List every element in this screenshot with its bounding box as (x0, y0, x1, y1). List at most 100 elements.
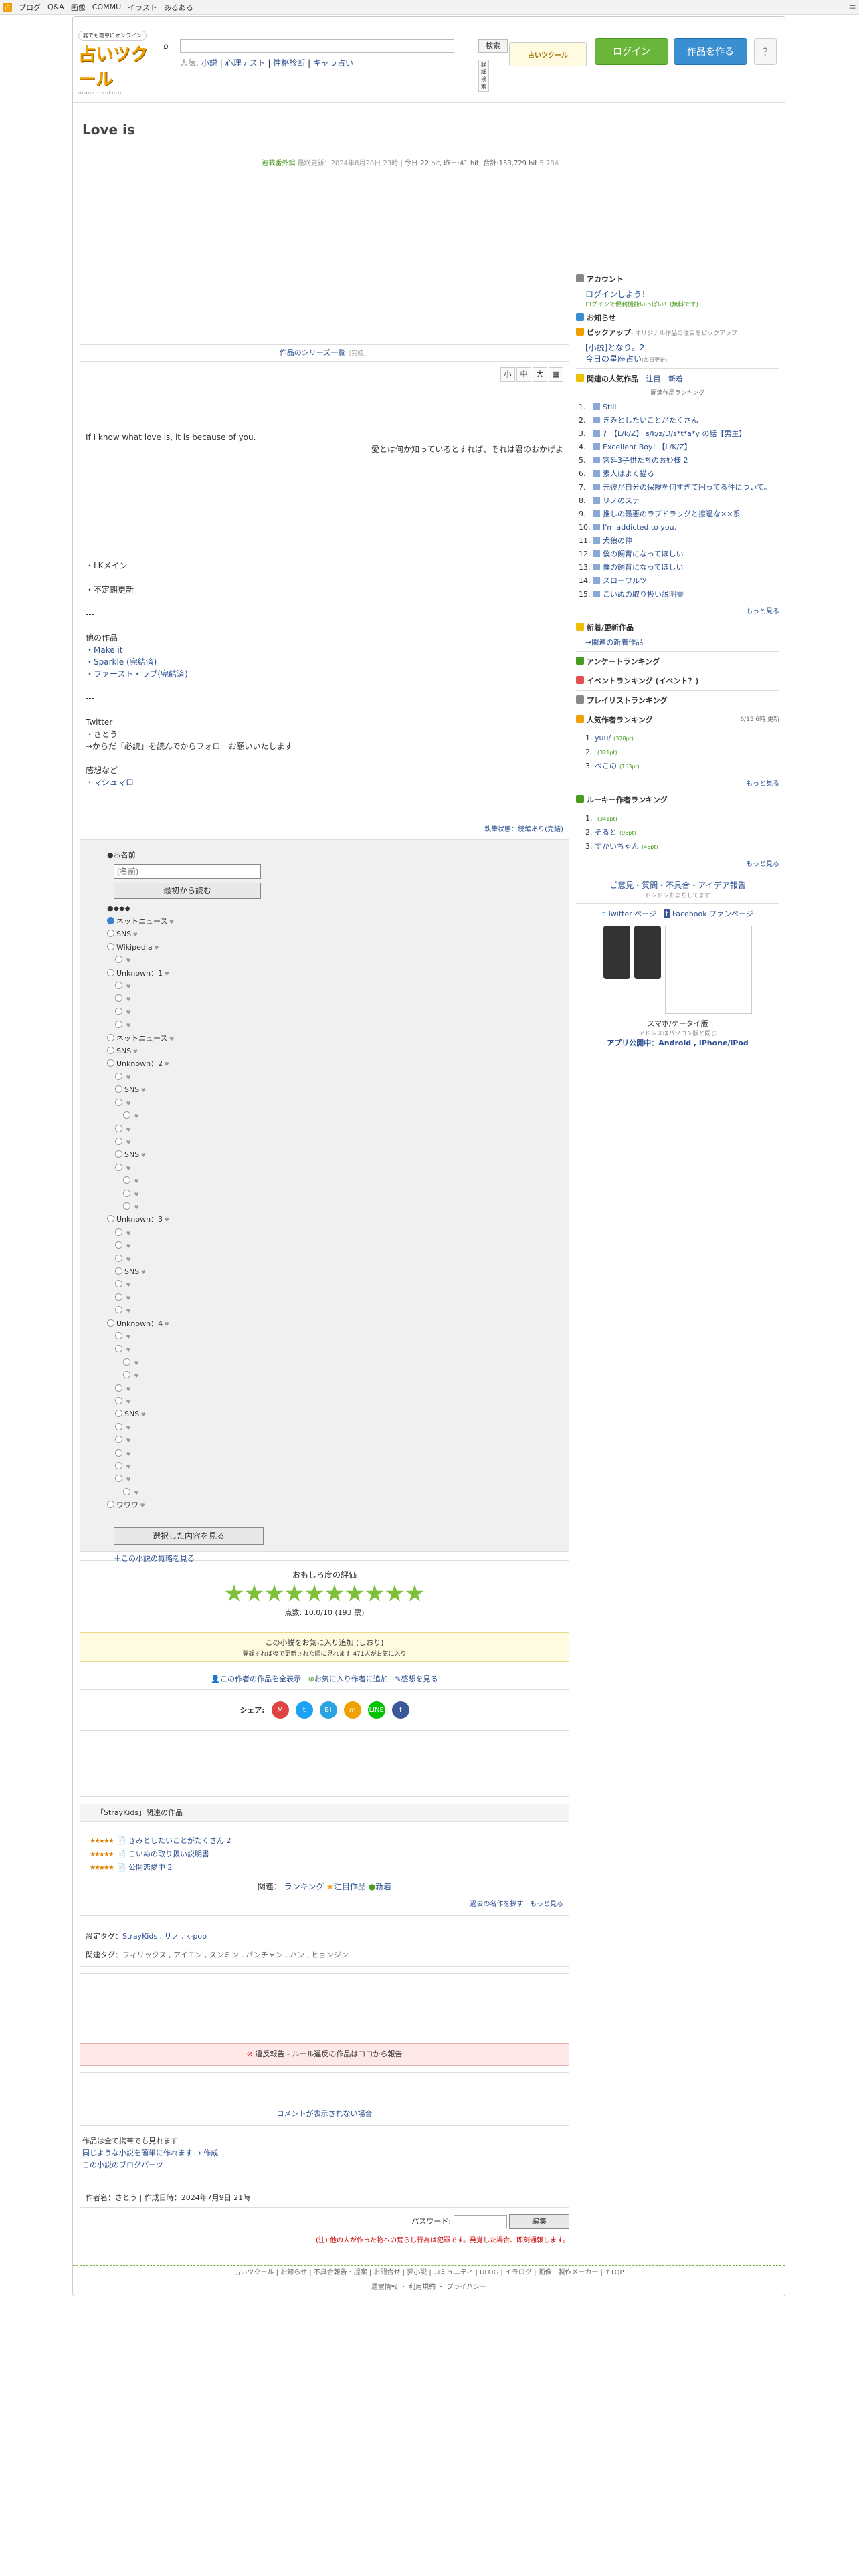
star-icon[interactable] (325, 1584, 344, 1602)
radio-button[interactable] (115, 1475, 122, 1483)
font-small-button[interactable]: 小 (500, 367, 515, 382)
ranking-item[interactable]: 11. 犬狼の仲 (576, 534, 779, 548)
mobile-link[interactable]: 作品は全て携帯でも見れます (82, 2135, 569, 2147)
star-icon[interactable] (305, 1584, 324, 1602)
radio-button[interactable] (107, 917, 114, 924)
branch-node[interactable]: ♥ (107, 1097, 542, 1110)
ranking-link[interactable]: ランキング (284, 1882, 324, 1891)
popular-psych[interactable]: 心理テスト (225, 58, 266, 68)
past-works-link[interactable]: 過去の名作を探す (470, 1901, 523, 1908)
related-item[interactable]: ★★★★★ 📄 きみとしたいことがたくさん 2 (90, 1835, 231, 1846)
branch-node[interactable]: ♥ (107, 1019, 542, 1032)
nav-blog[interactable]: ブログ (19, 2, 41, 13)
login-link[interactable]: ログインしよう！ (585, 288, 779, 300)
radio-button[interactable] (115, 994, 122, 1002)
radio-button[interactable] (107, 942, 114, 950)
header-banner[interactable]: 占いツクール (509, 42, 587, 66)
branch-node[interactable]: SNS ♥ (107, 1266, 542, 1279)
mobile-preview[interactable] (576, 926, 779, 1014)
body-link[interactable]: ・ファースト・ラブ(完結済) (86, 668, 563, 680)
branch-node[interactable]: SNS ♥ (107, 1045, 542, 1058)
radio-button[interactable] (107, 1047, 114, 1055)
set-tags[interactable]: StrayKids , リノ , k-pop (122, 1932, 207, 1941)
ranking-item[interactable]: 8. リノのステ (576, 494, 779, 508)
ranking-title[interactable]: Still (603, 403, 616, 411)
radio-button[interactable] (123, 1111, 130, 1119)
more-link[interactable]: もっと見る (530, 1901, 563, 1908)
feedback-link[interactable]: ご意見・質問・不具合・アイデア報告 (576, 879, 779, 891)
branch-node[interactable]: ♥ (107, 993, 542, 1006)
branch-node[interactable]: ネットニュース ♥ (107, 1033, 542, 1045)
radio-button[interactable] (115, 1228, 122, 1236)
ranking-title[interactable]: 僕の飼育になってほしい (603, 563, 683, 572)
popular-chara[interactable]: キャラ占い (313, 58, 353, 68)
body-link[interactable]: ・Make it (86, 644, 563, 656)
radio-button[interactable] (115, 1448, 122, 1457)
radio-button[interactable] (115, 1462, 122, 1470)
ranking-item[interactable]: 7. 元彼が自分の保険を何すぎて困ってる件について。 (576, 481, 779, 494)
read-from-start-button[interactable]: 最初から読む (114, 883, 261, 899)
app-link[interactable]: アプリ公開中：Android , iPhone/iPod (576, 1037, 779, 1048)
branch-node[interactable]: ♥ (107, 1344, 542, 1356)
branch-node[interactable]: ♥ (107, 1240, 542, 1253)
featured-link[interactable]: 注目作品 (334, 1882, 366, 1891)
branch-node[interactable]: ♥ (107, 1422, 542, 1434)
branch-node[interactable]: ♥ (107, 1136, 542, 1149)
branch-node[interactable]: ♥ (107, 1383, 542, 1396)
font-medium-button[interactable]: 中 (516, 367, 531, 382)
star-icon[interactable] (245, 1584, 264, 1602)
share-icon[interactable]: LINE (367, 1701, 385, 1719)
branch-node[interactable]: ネットニュース ♥ (107, 916, 542, 928)
star-icon[interactable] (265, 1584, 284, 1602)
branch-node[interactable]: ♥ (107, 1110, 542, 1123)
new-works-heading[interactable]: 新着/更新作品 (576, 622, 779, 633)
create-work-button[interactable]: 作品を作る (674, 38, 747, 65)
related-item-title[interactable]: 公開恋愛中 2 (128, 1863, 173, 1872)
ranking-title[interactable]: Excellent Boy! 【L/K/Z】 (603, 443, 692, 451)
branch-node[interactable]: ♥ (107, 1292, 542, 1305)
ranking-item[interactable]: 5. 宮廷3子供たちのお姫様 2 (576, 454, 779, 467)
ranking-title[interactable]: こいぬの取り扱い説明書 (603, 590, 684, 599)
branch-node[interactable]: Wikipedia ♥ (107, 942, 542, 954)
radio-button[interactable] (115, 982, 122, 990)
ranking-item[interactable]: 13. 僕の飼育になってほしい (576, 561, 779, 574)
new-works-sub[interactable]: →関連の新着作品 (576, 637, 779, 647)
ranking-title[interactable]: 推しの最悪のラブドラッグと擦過な××系 (603, 510, 740, 518)
star-icon[interactable] (405, 1584, 424, 1602)
nav-illust[interactable]: イラスト (128, 2, 157, 13)
event-ranking[interactable]: イベントランキング (イベント？) (576, 675, 779, 686)
footer-sub-links[interactable]: 運営情報 ・ 利用規約 ・ プライバシー (73, 2280, 785, 2295)
radio-button[interactable] (115, 1280, 122, 1288)
star-icon[interactable] (385, 1584, 404, 1602)
image-toggle-icon[interactable]: ▦ (549, 367, 563, 382)
radio-button[interactable] (115, 1422, 122, 1430)
radio-button[interactable] (107, 1319, 114, 1327)
branch-node[interactable]: ♥ (107, 1188, 542, 1201)
branch-node[interactable]: ♥ (107, 1487, 542, 1499)
author-name[interactable]: すかいちゃん (595, 842, 639, 851)
rating-stars[interactable] (80, 1584, 569, 1603)
favorite-box[interactable]: この小説をお気に入り追加 (しおり) 登録すれば後で更新された順に見れます 47… (80, 1632, 569, 1662)
related-item-title[interactable]: きみとしたいことがたくさん 2 (128, 1836, 231, 1845)
radio-button[interactable] (115, 1410, 122, 1418)
radio-button[interactable] (115, 1085, 122, 1093)
branch-node[interactable]: ♥ (107, 1357, 542, 1370)
body-link[interactable]: ・マシュマロ (86, 776, 563, 788)
comment-help-link[interactable]: コメントが表示されない場合 (277, 2109, 373, 2118)
radio-button[interactable] (115, 1345, 122, 1353)
branch-node[interactable]: ♥ (107, 1370, 542, 1382)
ranking-item[interactable]: 1. Still (576, 401, 779, 414)
branch-node[interactable]: Unknown：3 ♥ (107, 1214, 542, 1226)
fav-author-link[interactable]: お気に入り作者に追加 (314, 1675, 388, 1683)
star-icon[interactable] (365, 1584, 384, 1602)
facebook-page-link[interactable]: Facebook ファンページ (672, 909, 753, 918)
ranking-title[interactable]: ？【L/k/Z】 s/k/z/D/s*t*a*y の話【男主】 (603, 429, 746, 438)
branch-node[interactable]: ♥ (107, 1279, 542, 1291)
branch-node[interactable]: ♥ (107, 1006, 542, 1019)
ranking-item[interactable]: 3. ？【L/k/Z】 s/k/z/D/s*t*a*y の話【男主】 (576, 427, 779, 441)
password-input[interactable] (453, 2215, 507, 2228)
related-item[interactable]: ★★★★★ 📄 公開恋愛中 2 (90, 1862, 173, 1872)
branch-node[interactable]: ♥ (107, 1473, 542, 1486)
help-icon[interactable]: ? (754, 38, 777, 65)
blog-parts-link[interactable]: この小説のブログパーツ (82, 2159, 569, 2171)
